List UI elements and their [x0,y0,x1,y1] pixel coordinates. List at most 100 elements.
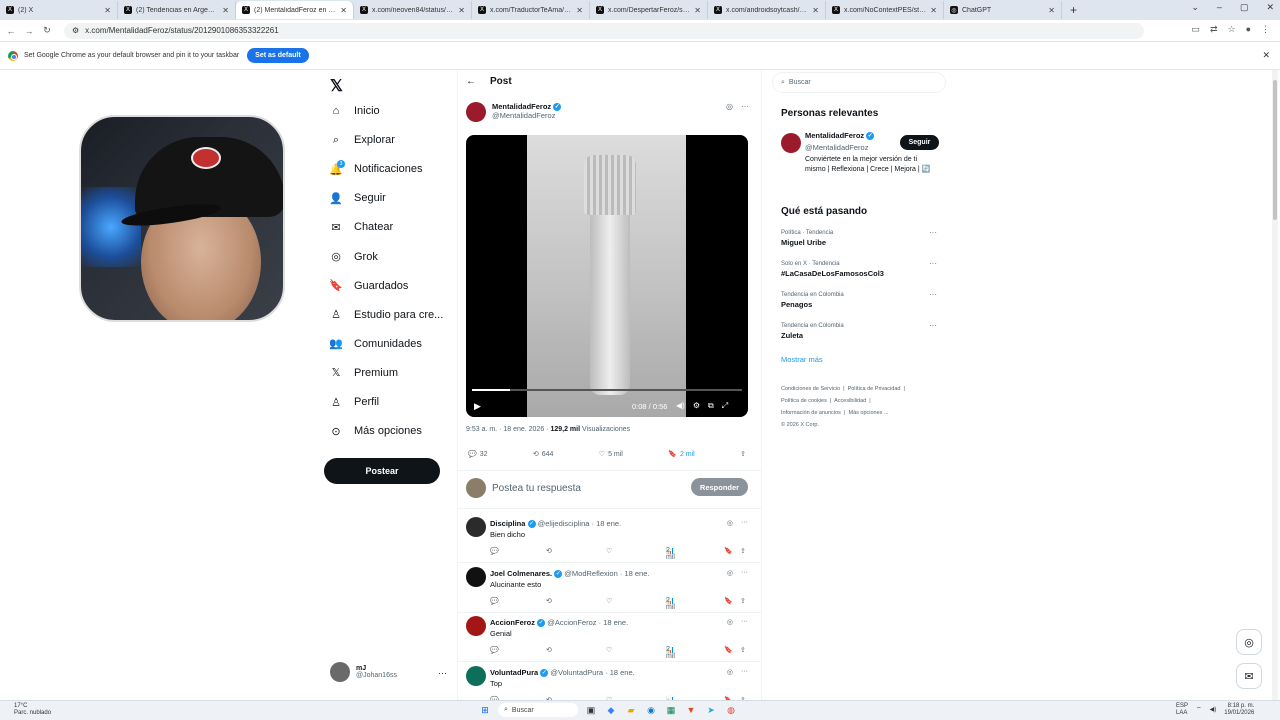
repost-icon[interactable]: ⟲ [546,547,552,555]
grok-icon[interactable]: ◎ [727,519,733,527]
forward-icon[interactable]: → [22,26,36,36]
close-icon[interactable]: ✕ [1048,6,1055,15]
reply-icon[interactable]: 💬 [490,646,499,654]
bookmark-icon[interactable]: 🔖 [724,547,733,555]
star-icon[interactable]: ☆ [1227,24,1235,35]
telegram-icon[interactable]: ➤ [704,703,718,717]
more-icon[interactable]: ··· [929,321,937,330]
nav-item-chatear[interactable]: ✉ Chatear [330,221,393,234]
more-icon[interactable]: ··· [741,519,748,527]
account-switcher[interactable]: mJ @Johan16ss ··· [330,662,447,682]
show-more-link[interactable]: Mostrar más [781,355,823,364]
search-input[interactable]: ⌕ Buscar [772,72,946,93]
follow-button[interactable]: Seguir [900,135,939,150]
browser-tab[interactable]: X (2) Tendencias en Argentina en ✕ [118,1,236,19]
fullscreen-icon[interactable]: ⤢ [722,401,728,411]
more-icon[interactable]: ··· [929,290,937,299]
post-button[interactable]: Postear [324,458,440,484]
minimize-icon[interactable]: – [1217,2,1222,13]
browser-tab[interactable]: Xx.com/DespertarFeroz/status/2✕ [590,1,708,19]
reply-item[interactable]: Joel Colmenares. ✓ @ModReflexion · 18 en… [466,566,748,615]
relevant-name[interactable]: MentalidadFeroz [805,131,864,140]
grok-icon[interactable]: ◎ [727,668,733,676]
scrollbar[interactable] [1272,70,1278,700]
close-icon[interactable]: ✕ [340,6,347,15]
bookmark-icon[interactable]: 🔖 [724,646,733,654]
close-icon[interactable]: ✕ [930,6,937,15]
volume-icon[interactable]: ◀) [1210,707,1217,714]
close-icon[interactable]: ✕ [222,6,229,15]
reply-author[interactable]: Disciplina [490,519,525,528]
clock-date[interactable]: 19/01/2026 [1224,710,1254,717]
repost-icon[interactable]: ⟲ [546,646,552,654]
nav-item-premium[interactable]: 𝕏 Premium [330,367,398,380]
nav-item-explorar[interactable]: ⌕ Explorar [330,134,395,147]
nav-item-notificaciones[interactable]: 🔔 3 Notificaciones [329,160,422,176]
nav-item-estudio-para-cre[interactable]: ♙ Estudio para cre... [330,309,443,322]
close-icon[interactable]: ✕ [458,6,465,15]
wifi-icon[interactable]: ⌔ [1196,707,1202,714]
footer-link[interactable]: Política de Privacidad [848,386,901,392]
reply-icon[interactable]: 💬 [490,547,499,555]
more-icon[interactable]: ··· [741,102,749,111]
footer-link[interactable]: Información de anuncios [781,410,841,416]
relevant-handle[interactable]: @MentalidadFeroz [805,143,868,152]
nav-item-seguir[interactable]: 👤 Seguir [329,192,386,205]
bookmark-icon[interactable]: 🔖 [724,597,733,605]
reply-button[interactable]: Responder [691,478,748,496]
nav-item-más-opciones[interactable]: ⊙ Más opciones [330,425,421,438]
x-logo-icon[interactable]: 𝕏 [330,76,343,96]
browser-tab[interactable]: Xx.com/neoven84/status/20130 ✕ [354,1,472,19]
nav-item-comunidades[interactable]: 👥 Comunidades [329,338,422,351]
browser-tab[interactable]: ◎ ChatGPT ✕ [944,1,1062,19]
install-icon[interactable]: ▭ [1191,24,1200,35]
reply-handle[interactable]: @ModReflexion · 18 ene. [564,569,649,578]
avatar[interactable] [466,566,486,587]
repost-action[interactable]: ⟲ 644 [533,450,554,459]
edge-icon[interactable]: ◉ [644,703,658,717]
trend-item[interactable]: Tendencia en Colombia Zuleta ··· [781,321,941,340]
back-icon[interactable]: ← [4,26,18,36]
trend-item[interactable]: Tendencia en Colombia Penagos ··· [781,290,941,309]
avatar[interactable] [466,665,486,686]
post-author[interactable]: MentalidadFeroz ✓ @MentalidadFeroz [466,102,562,122]
clock-time[interactable]: 8:18 p. m. [1224,703,1255,710]
widgets-icon[interactable]: ◆ [604,703,618,717]
footer-link[interactable]: Política de cookies [781,398,827,404]
more-icon[interactable]: ··· [741,569,748,577]
close-icon[interactable]: ✕ [694,6,701,15]
reply-placeholder[interactable]: Postea tu respuesta [492,483,581,494]
reply-author[interactable]: VoluntadPura [490,668,538,677]
repost-icon[interactable]: ⟲ [546,597,552,605]
store-icon[interactable]: ▦ [664,703,678,717]
avatar[interactable] [781,133,801,153]
footer-link[interactable]: Condiciones de Servicio [781,386,840,392]
avatar[interactable] [466,517,486,537]
share-icon[interactable]: ⇪ [740,597,746,605]
post-timestamp[interactable]: 9:53 a. m. · 18 ene. 2026 · [466,426,549,433]
reload-icon[interactable]: ↻ [40,25,54,36]
video-player[interactable]: ▶ 0:08 / 0:56 ◀) ⚙ ⧉ ⤢ [466,135,748,417]
settings-icon[interactable]: ⚙ [693,401,700,411]
grok-fab-icon[interactable]: ◎ [1236,629,1262,655]
footer-link[interactable]: Más opciones ... [848,410,888,416]
nav-item-inicio[interactable]: ⌂ Inicio [330,105,380,117]
footer-link[interactable]: Accesibilidad [834,398,866,404]
lang-indicator[interactable]: ESP [1176,703,1188,710]
menu-icon[interactable]: ⋮ [1261,24,1270,35]
reply-item[interactable]: AccionFeroz ✓ @AccionFeroz · 18 ene. Gen… [466,616,748,664]
new-tab-button[interactable]: + [1062,3,1085,17]
nav-item-perfil[interactable]: ♙ Perfil [330,396,379,409]
more-icon[interactable]: ··· [741,618,748,626]
grok-icon[interactable]: ◎ [726,102,733,111]
reply-icon[interactable]: 💬 [490,597,499,605]
reply-action[interactable]: 💬 32 [468,450,488,459]
messages-fab-icon[interactable]: ✉ [1236,663,1262,689]
grok-icon[interactable]: ◎ [727,618,733,626]
author-name[interactable]: MentalidadFeroz [492,102,551,111]
browser-tab[interactable]: X (2) X ✕ [0,1,118,19]
more-icon[interactable]: ··· [741,668,748,676]
avatar[interactable] [466,616,486,636]
reply-author[interactable]: AccionFeroz [490,618,535,627]
reply-item[interactable]: Disciplina ✓ @elijedisciplina · 18 ene. … [466,517,748,565]
